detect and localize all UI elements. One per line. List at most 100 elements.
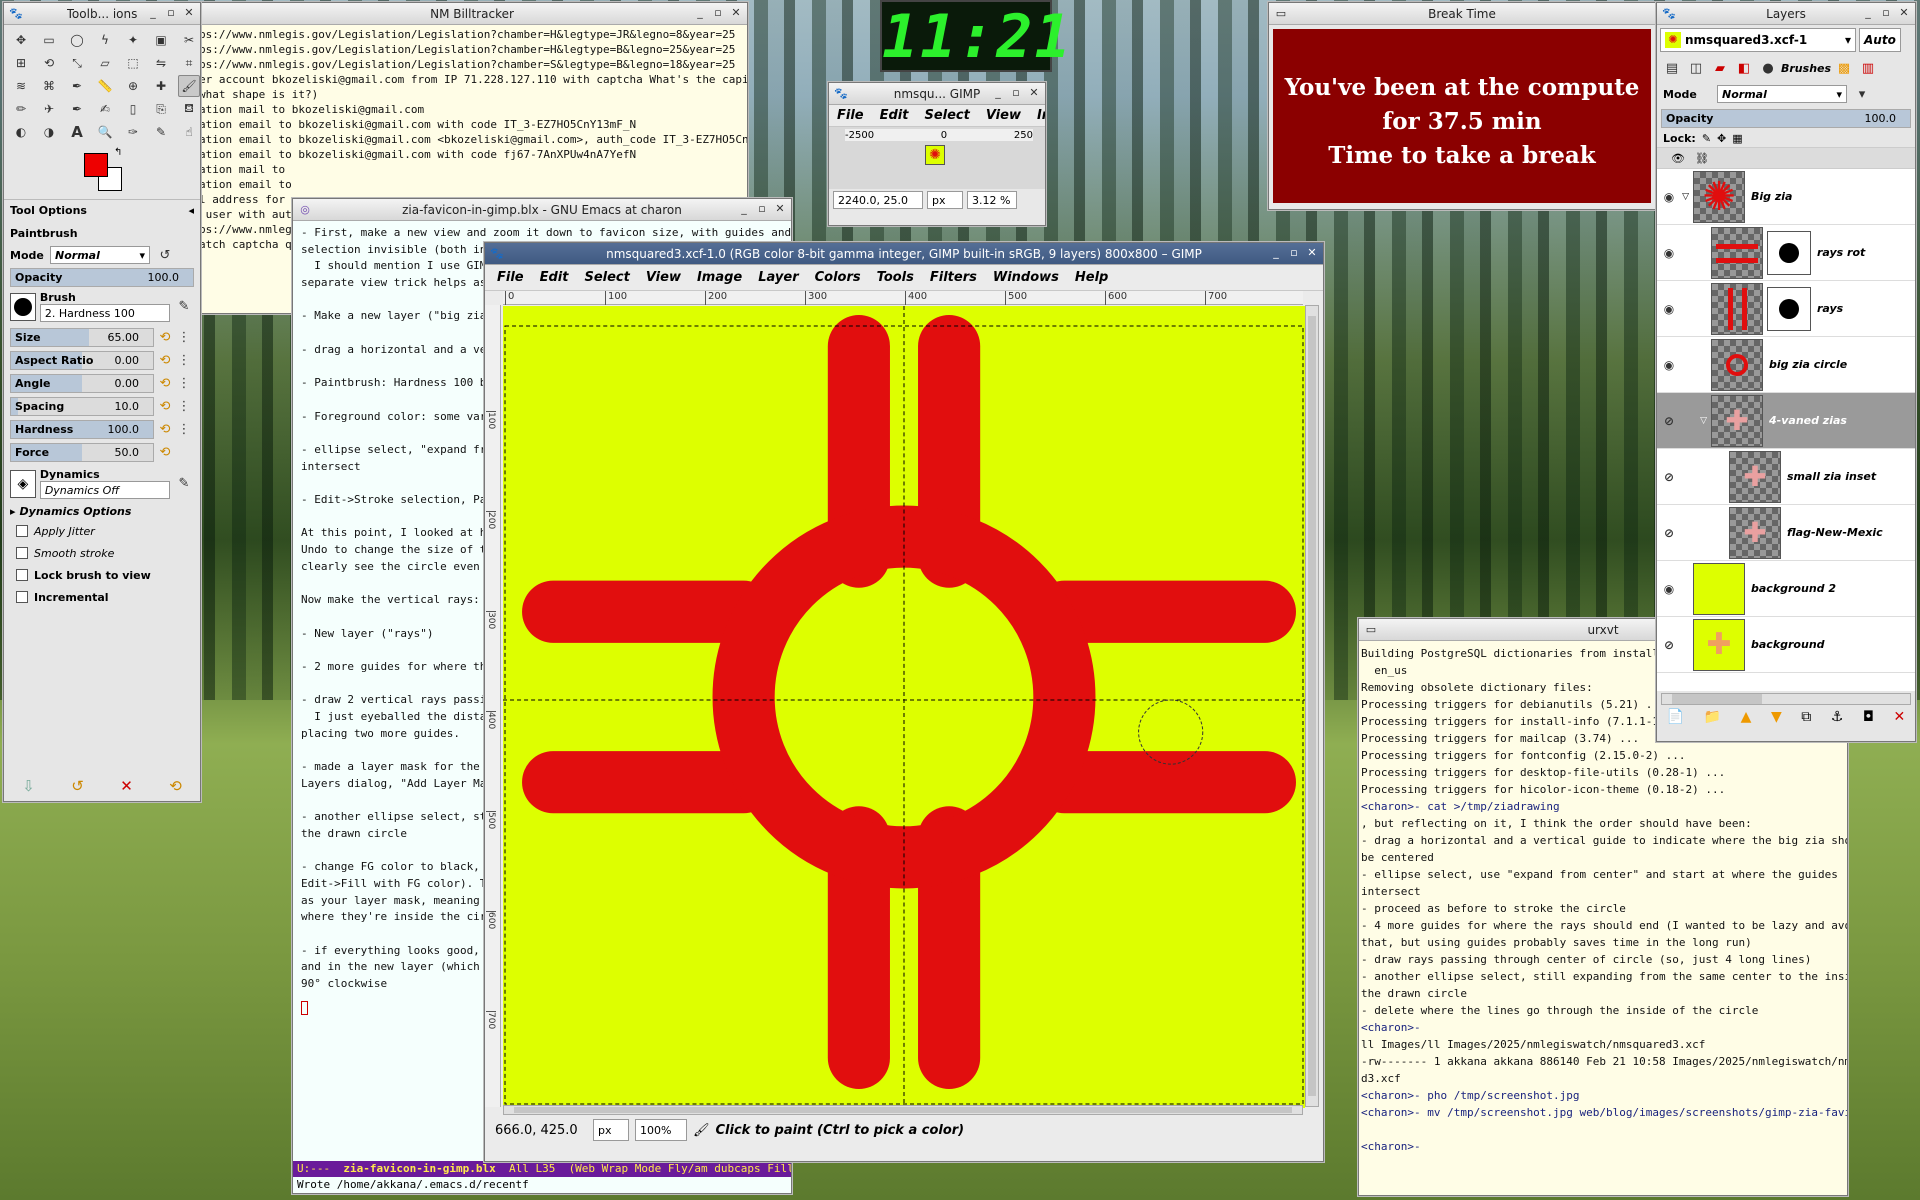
menu-view[interactable]: View <box>978 108 1029 123</box>
menu-file[interactable]: File <box>829 108 872 123</box>
menu-file[interactable]: File <box>489 270 532 285</box>
vertical-scrollbar[interactable] <box>1305 305 1319 1107</box>
link-icon[interactable]: ⟲ <box>157 373 173 395</box>
flip-icon[interactable]: ⇋ <box>150 52 172 74</box>
nav-unit-select[interactable]: px <box>927 191 963 209</box>
auto-button[interactable]: Auto <box>1859 28 1901 52</box>
rect-select-icon[interactable]: ▭ <box>38 29 60 51</box>
window-menu-icon[interactable]: ▭ <box>1363 622 1379 638</box>
minimize-icon[interactable]: _ <box>693 5 707 21</box>
lock-pixels-icon[interactable]: ✎ <box>1702 132 1711 145</box>
text-icon[interactable]: A <box>66 121 88 143</box>
duplicate-layer-icon[interactable]: ⧉ <box>1801 709 1811 725</box>
foreground-color[interactable] <box>84 153 108 177</box>
layer-row[interactable]: ◉ background 2 <box>1657 561 1915 617</box>
layer-row[interactable]: ◉ rays rot <box>1657 225 1915 281</box>
panel-menu-icon[interactable]: ◂ <box>188 204 194 217</box>
force-slider[interactable]: Force 50.0 <box>10 443 154 462</box>
mode-switch-icon[interactable]: ▾ <box>1851 83 1873 105</box>
menu-select[interactable]: Select <box>916 108 977 123</box>
layer-row[interactable]: ⊘ ✚ small zia inset <box>1657 449 1915 505</box>
lock-position-icon[interactable]: ✥ <box>1717 132 1726 145</box>
layer-row[interactable]: ◉ rays <box>1657 281 1915 337</box>
angle-slider[interactable]: Angle 0.00 <box>10 374 154 393</box>
mode-select[interactable]: Normal ▾ <box>50 246 150 264</box>
lower-layer-icon[interactable]: ▼ <box>1771 709 1782 725</box>
menu-select[interactable]: Select <box>576 270 637 285</box>
brush-preview[interactable] <box>10 292 36 321</box>
image-canvas[interactable] <box>503 305 1305 1109</box>
chain-icon[interactable]: ⋮ <box>176 350 192 372</box>
eraser-icon[interactable]: ▯ <box>122 98 144 120</box>
nav-zoom-select[interactable]: 3.12 % <box>967 191 1017 209</box>
zoom-tool-icon[interactable]: ⊕ <box>122 75 144 97</box>
eye-icon[interactable]: ◉ <box>1657 190 1681 204</box>
layers-titlebar[interactable]: 🐾 Layers _ ▫ ✕ <box>1657 3 1915 25</box>
close-icon[interactable]: ✕ <box>773 201 787 217</box>
emacs-titlebar[interactable]: ◎ zia-favicon-in-gimp.blx - GNU Emacs at… <box>293 199 791 221</box>
link-icon[interactable]: ⟲ <box>157 350 173 372</box>
maximize-icon[interactable]: ▫ <box>1009 85 1023 101</box>
dynamics-field[interactable]: Dynamics Off <box>39 481 170 499</box>
edit-brush-icon[interactable]: ✎ <box>174 296 194 318</box>
move-icon[interactable]: ✥ <box>10 29 32 51</box>
close-icon[interactable]: ✕ <box>1027 85 1041 101</box>
layers-hscroll[interactable] <box>1661 693 1911 705</box>
eye-off-icon[interactable]: ⊘ <box>1657 414 1681 428</box>
patterns-tab-icon[interactable]: ▩ <box>1833 57 1855 79</box>
blend-icon[interactable]: ◐ <box>10 121 32 143</box>
size-slider[interactable]: Size 65.00 <box>10 328 154 347</box>
anchor-layer-icon[interactable]: ⚓ <box>1831 709 1844 725</box>
new-layer-icon[interactable]: 📄 <box>1667 709 1684 725</box>
menu-windows[interactable]: Windows <box>985 270 1067 285</box>
menu-filters[interactable]: Filters <box>922 270 985 285</box>
maximize-icon[interactable]: ▫ <box>164 5 178 21</box>
close-icon[interactable]: ✕ <box>1897 5 1911 21</box>
mask-layer-icon[interactable]: ◘ <box>1863 709 1874 725</box>
chain-icon[interactable]: ⋮ <box>176 373 192 395</box>
maximize-icon[interactable]: ▫ <box>711 5 725 21</box>
minimize-icon[interactable]: _ <box>1269 245 1283 261</box>
eye-icon[interactable]: ◉ <box>1657 246 1681 260</box>
toolbox-window[interactable]: 🐾 Toolb... ions _ ▫ ✕ ✥ ▭ ◯ ϟ ✦ ▣ ✂ ⊞ ⟲ ⤡ ▱ ⬚ ⇋ ⌗ ≋ ⌘ ✒ 📏 ⊕ ✚… <box>3 2 201 802</box>
edit-dynamics-icon[interactable]: ✎ <box>174 473 194 495</box>
menu-ima[interactable]: Ima <box>1029 108 1045 123</box>
hardness-slider[interactable]: Hardness 100.0 <box>10 420 154 439</box>
reset-options-icon[interactable]: ⟲ <box>169 777 182 795</box>
image-select[interactable]: ✺ nmsquared3.xcf-1 ▾ <box>1660 28 1856 52</box>
apply-jitter-checkbox[interactable]: Apply Jitter <box>10 520 194 542</box>
layer-opacity-slider[interactable]: Opacity 100.0 <box>1661 109 1911 128</box>
free-select-icon[interactable]: ϟ <box>94 29 116 51</box>
eye-off-icon[interactable]: ⊘ <box>1657 526 1681 540</box>
delete-options-icon[interactable]: ✕ <box>120 777 133 795</box>
menu-edit[interactable]: Edit <box>532 270 577 285</box>
align-icon[interactable]: ⊞ <box>10 52 32 74</box>
menu-image[interactable]: Image <box>689 270 750 285</box>
smudge-icon[interactable]: ☝ <box>178 121 200 143</box>
fuzzy-select-icon[interactable]: ✦ <box>122 29 144 51</box>
chain-icon[interactable]: ⋮ <box>176 396 192 418</box>
ellipse-select-icon[interactable]: ◯ <box>66 29 88 51</box>
layers-window[interactable]: 🐾 Layers _ ▫ ✕ ✺ nmsquared3.xcf-1 ▾ Auto ▤ … <box>1656 2 1916 742</box>
minimize-icon[interactable]: _ <box>991 85 1005 101</box>
zoom-select[interactable]: 100% <box>635 1119 687 1141</box>
break-time-window[interactable]: ▭ Break Time You've been at the compute … <box>1268 2 1656 210</box>
paintbrush-icon[interactable]: 🖌 <box>178 75 200 97</box>
opacity-slider[interactable]: Opacity 100.0 <box>10 268 194 287</box>
dynamics-options-expander[interactable]: ▸ Dynamics Options <box>10 505 194 518</box>
eye-off-icon[interactable]: ⊘ <box>1657 638 1681 652</box>
channels-tab-icon[interactable]: ◫ <box>1685 57 1707 79</box>
layer-row[interactable]: ◉ ▽ ✺ Big zia <box>1657 169 1915 225</box>
nav-titlebar[interactable]: 🐾 nmsqu... GIMP _ ▫ ✕ <box>829 83 1045 105</box>
link-icon[interactable]: ⟲ <box>157 442 173 464</box>
color-picker-icon[interactable]: ✑ <box>122 121 144 143</box>
warp-icon[interactable]: ≋ <box>10 75 32 97</box>
brush-tab-icon[interactable]: ● <box>1757 57 1779 79</box>
unit-select[interactable]: px <box>593 1119 629 1141</box>
swap-colors-icon[interactable]: ↰ <box>114 147 122 158</box>
eye-icon[interactable]: ◉ <box>1657 358 1681 372</box>
gimp-main-window[interactable]: 🐾 nmsquared3.xcf-1.0 (RGB color 8-bit ga… <box>484 242 1324 1162</box>
menu-edit[interactable]: Edit <box>872 108 917 123</box>
layer-mask-thumbnail[interactable] <box>1767 230 1811 275</box>
menu-view[interactable]: View <box>638 270 689 285</box>
